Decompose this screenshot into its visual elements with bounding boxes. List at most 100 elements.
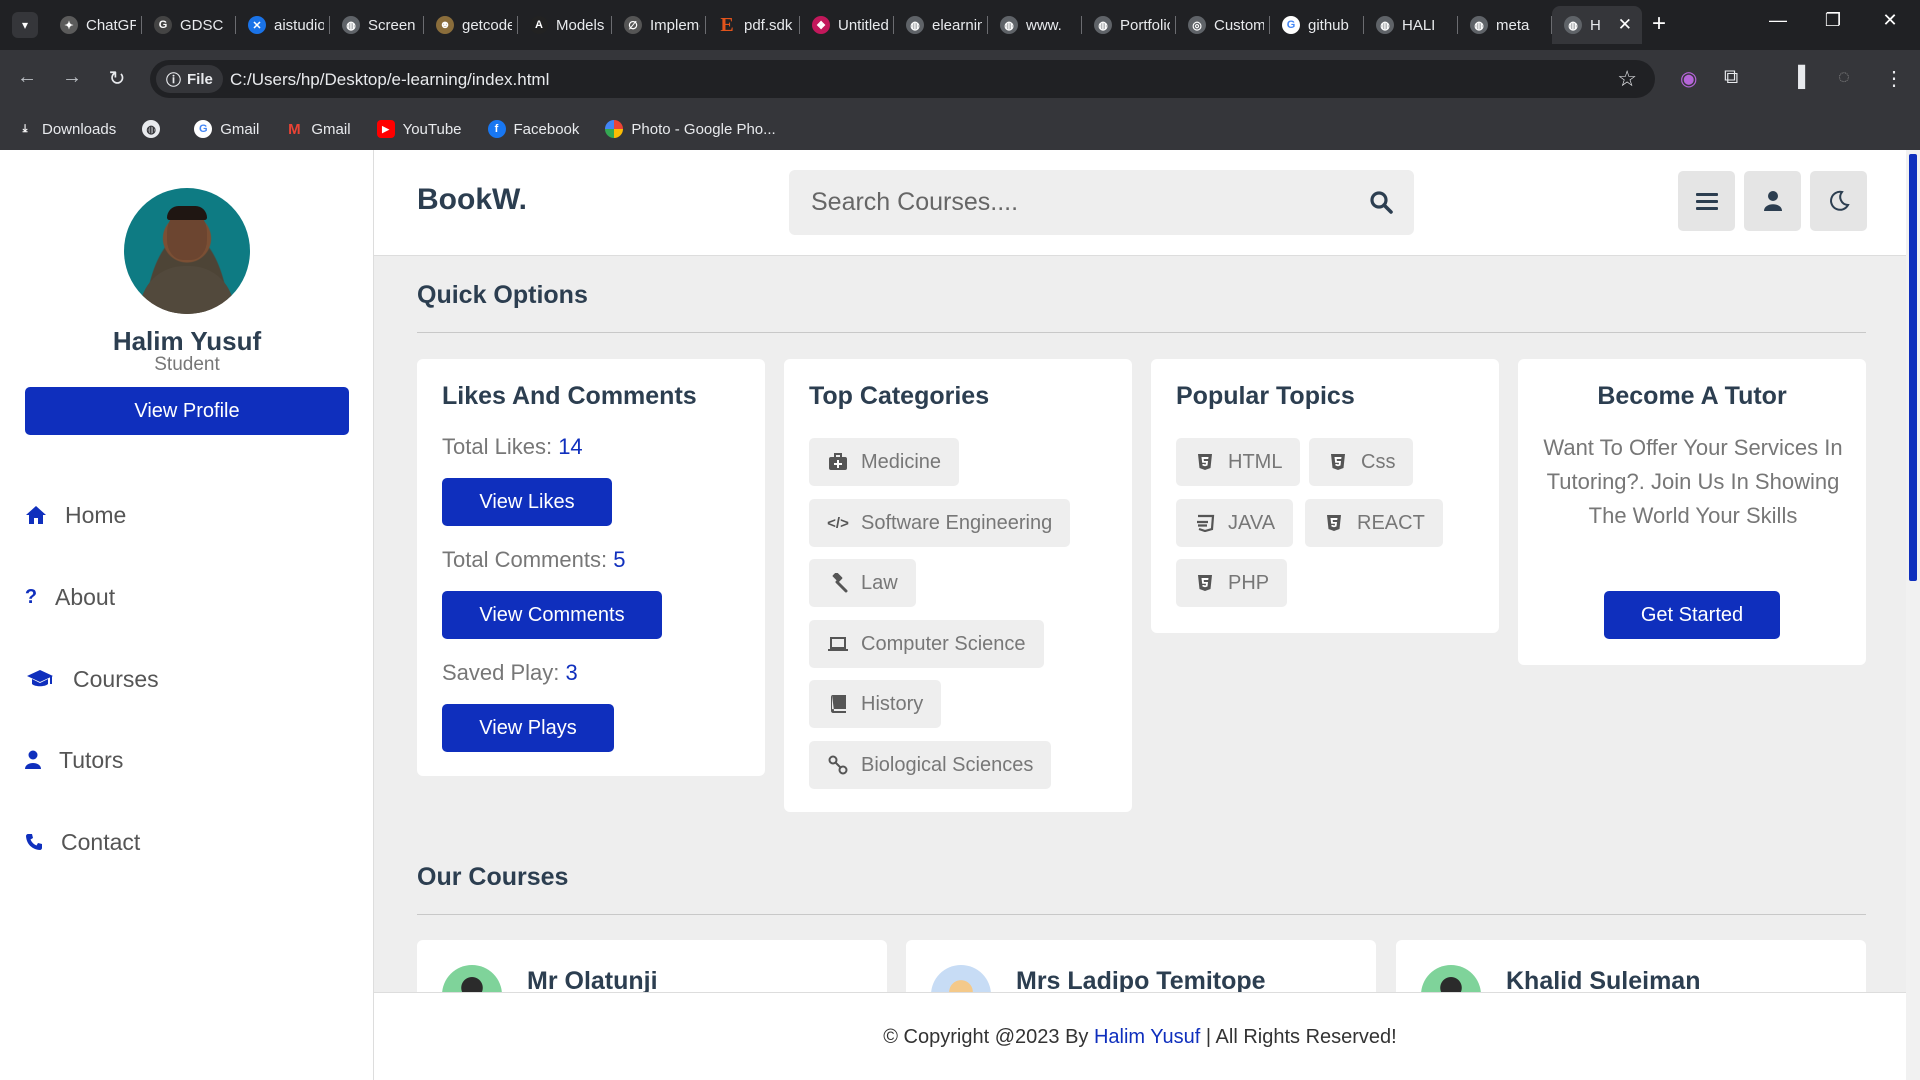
- browser-tab[interactable]: ✕ aistudio: [236, 6, 330, 44]
- puzzle-extensions-icon[interactable]: ⧉: [1724, 66, 1738, 89]
- globe-icon: ◍: [1376, 16, 1394, 34]
- category-chip-software-engineering[interactable]: </> Software Engineering: [809, 499, 1071, 547]
- chatgpt-icon: ✦: [60, 16, 78, 34]
- tab-title: getcode: [462, 16, 512, 34]
- untitled-icon: ❖: [812, 16, 830, 34]
- browser-tab[interactable]: ◍ Portfolio: [1082, 6, 1176, 44]
- sidebar-item-contact[interactable]: Contact: [25, 822, 140, 862]
- topic-chip-html[interactable]: HTML: [1176, 438, 1301, 486]
- search-icon[interactable]: [1369, 190, 1395, 216]
- minimize-icon[interactable]: —: [1763, 10, 1793, 31]
- scrollbar-thumb[interactable]: [1909, 154, 1917, 581]
- bookmark-item[interactable]: ⤓ Downloads: [16, 120, 117, 138]
- browser-tab[interactable]: ◍ elearning: [894, 6, 988, 44]
- close-tab-icon[interactable]: ✕: [1618, 15, 1632, 35]
- bookmark-star-icon[interactable]: ☆: [1617, 66, 1637, 92]
- total-comments-stat: Total Comments: 5: [442, 547, 625, 573]
- gmail-icon: M: [288, 120, 301, 138]
- tab-list: ✦ ChatGPT G GDSC ✕ aistudio ◍ Screen ☻ getcod…: [48, 6, 1642, 44]
- url-text[interactable]: C:/Users/hp/Desktop/e-learning/index.htm…: [230, 70, 549, 90]
- become-tutor-card: Become A Tutor Want To Offer Your Servic…: [1518, 359, 1866, 665]
- more-menu-icon[interactable]: ⋮: [1884, 66, 1904, 91]
- forward-arrow-icon[interactable]: →: [59, 66, 85, 89]
- topic-chip-php[interactable]: PHP: [1176, 559, 1288, 607]
- back-arrow-icon[interactable]: ←: [14, 66, 40, 89]
- browser-tab[interactable]: ◍ Screen: [330, 6, 424, 44]
- saved-play-stat: Saved Play: 3: [442, 660, 578, 686]
- browser-tab[interactable]: ✦ ChatGPT: [48, 6, 142, 44]
- tab-title: GDSC: [180, 16, 224, 34]
- tab-title: Implement: [650, 16, 700, 34]
- address-bar[interactable]: ⓘ File C:/Users/hp/Desktop/e-learning/ind…: [150, 60, 1655, 98]
- side-panel-icon[interactable]: ▐: [1791, 66, 1805, 89]
- restore-icon[interactable]: ❐: [1818, 10, 1848, 31]
- avatar-hair: [167, 206, 207, 220]
- category-chip-history[interactable]: History: [809, 680, 942, 728]
- browser-toolbar: ← → ↻ ⓘ File C:/Users/hp/Desktop/e-learni…: [0, 50, 1920, 108]
- topic-chip-java[interactable]: JAVA: [1176, 499, 1294, 547]
- page-scrollbar[interactable]: [1906, 150, 1920, 1080]
- author-link[interactable]: Halim Yusuf: [1094, 1026, 1200, 1048]
- site-logo[interactable]: BookW.: [417, 183, 527, 217]
- browser-tab[interactable]: ☻ getcode: [424, 6, 518, 44]
- extension-icon[interactable]: ◉: [1680, 66, 1697, 91]
- bookmarks-bar: ⤓ Downloads ◍ G Gmail M Gmail ▶ YouTube f Fac…: [0, 108, 1920, 150]
- get-started-button[interactable]: Get Started: [1604, 591, 1780, 639]
- browser-tab[interactable]: ❖ Untitled: [800, 6, 894, 44]
- bookmark-item[interactable]: Photo - Google Pho...: [605, 120, 776, 138]
- user-icon[interactable]: [1744, 171, 1801, 231]
- bookmark-item[interactable]: f Facebook: [487, 120, 579, 138]
- view-comments-button[interactable]: View Comments: [442, 591, 662, 639]
- google-icon: G: [1282, 16, 1300, 34]
- google-photos-icon: [605, 120, 624, 138]
- quick-options-heading: Quick Options: [417, 281, 588, 309]
- sidebar-item-tutors[interactable]: Tutors: [25, 740, 123, 780]
- menu-bars-icon[interactable]: [1678, 171, 1735, 231]
- user-name: Halim Yusuf: [112, 326, 262, 356]
- tab-title: ChatGPT: [86, 16, 136, 34]
- browser-tab[interactable]: ◍ meta: [1458, 6, 1552, 44]
- new-tab-plus-icon[interactable]: +: [1652, 10, 1666, 38]
- sidebar-item-home[interactable]: Home: [25, 495, 126, 535]
- search-input[interactable]: [811, 184, 1331, 220]
- reload-icon[interactable]: ↻: [104, 66, 130, 91]
- sidebar-item-about[interactable]: ? About: [25, 577, 115, 617]
- book-icon: [827, 694, 849, 714]
- browser-tab[interactable]: ∅ Implement: [612, 6, 706, 44]
- bookmark-item[interactable]: M Gmail: [285, 120, 350, 138]
- bookmark-item[interactable]: ◍: [142, 120, 168, 138]
- browser-tab[interactable]: Epdf.sdk: [706, 6, 800, 44]
- moon-icon[interactable]: [1810, 171, 1867, 231]
- browser-tab[interactable]: G GDSC: [142, 6, 236, 44]
- topic-chip-css[interactable]: Css: [1309, 438, 1414, 486]
- view-plays-button[interactable]: View Plays: [442, 704, 614, 752]
- browser-tab[interactable]: ◍ HALI: [1364, 6, 1458, 44]
- site-info-chip[interactable]: ⓘ File: [156, 65, 223, 93]
- tab-search-chevron-icon[interactable]: ▾: [12, 12, 38, 38]
- tab-title: Untitled: [838, 16, 888, 34]
- view-likes-button[interactable]: View Likes: [442, 478, 612, 526]
- user-icon: [25, 750, 41, 770]
- chip-label: Css: [1361, 450, 1396, 473]
- browser-tab[interactable]: ◍ www.: [988, 6, 1082, 44]
- profile-avatar-icon[interactable]: ◌: [1838, 66, 1850, 89]
- topic-chip-react[interactable]: REACT: [1305, 499, 1443, 547]
- category-chip-computer-science[interactable]: Computer Science: [809, 620, 1044, 668]
- chip-label: Law: [861, 571, 898, 594]
- browser-tab-active[interactable]: ◍ H ✕: [1552, 6, 1642, 44]
- our-courses-heading: Our Courses: [417, 863, 569, 891]
- bookmark-item[interactable]: G Gmail: [194, 120, 259, 138]
- browser-tab[interactable]: A Models: [518, 6, 612, 44]
- bookmark-item[interactable]: ▶ YouTube: [376, 120, 462, 138]
- chip-label: JAVA: [1228, 511, 1276, 534]
- browser-tab[interactable]: Ggithub: [1270, 6, 1364, 44]
- category-chip-biological-sciences[interactable]: Biological Sciences: [809, 741, 1052, 789]
- sidebar-item-courses[interactable]: Courses: [25, 659, 159, 699]
- view-profile-button[interactable]: View Profile: [25, 387, 349, 435]
- category-chip-medicine[interactable]: Medicine: [809, 438, 960, 486]
- window-close-icon[interactable]: ✕: [1875, 10, 1905, 31]
- category-chip-law[interactable]: Law: [809, 559, 916, 607]
- browser-tab[interactable]: ◎ Custom: [1176, 6, 1270, 44]
- chip-label: Software Engineering: [861, 511, 1053, 534]
- chip-label: Computer Science: [861, 632, 1026, 655]
